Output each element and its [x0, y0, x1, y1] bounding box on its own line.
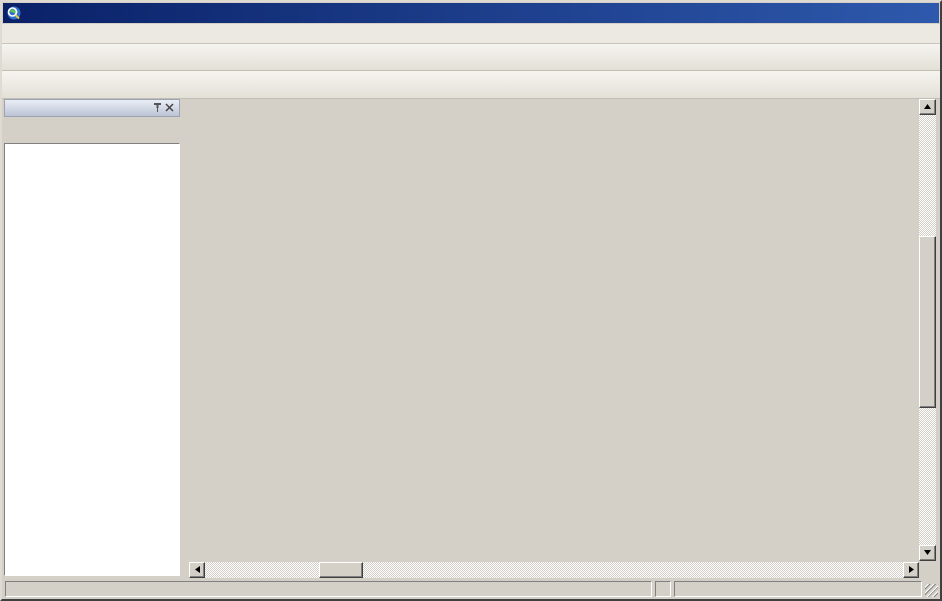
scroll-right-button[interactable]: [903, 562, 919, 578]
scroll-up-button[interactable]: [919, 99, 936, 115]
map-area: [185, 99, 936, 579]
tools-toolbar: [2, 71, 940, 99]
horizontal-scroll-thumb[interactable]: [319, 562, 363, 578]
scrollbar-corner: [919, 562, 936, 578]
scroll-down-button[interactable]: [919, 545, 936, 561]
title-bar: [3, 3, 939, 23]
map-bottom-bar: [185, 561, 936, 579]
toc-tree: [4, 143, 180, 576]
pin-icon[interactable]: [151, 102, 163, 114]
close-icon[interactable]: [163, 102, 175, 114]
standard-toolbar: [2, 44, 940, 71]
status-message-panel: [5, 581, 652, 597]
toc-header: [4, 99, 180, 117]
table-of-contents-panel: [2, 99, 180, 579]
arcmap-app-icon: [6, 5, 22, 21]
scroll-left-button[interactable]: [189, 562, 205, 578]
horizontal-scroll-track[interactable]: [205, 562, 903, 578]
coordinate-readout: [674, 581, 922, 597]
arcmap-window: [0, 0, 942, 601]
menu-bar: [2, 24, 940, 44]
status-small-panel: [655, 581, 671, 597]
status-bar: [2, 579, 940, 599]
vertical-scroll-thumb[interactable]: [919, 236, 936, 408]
vertical-scroll-track[interactable]: [919, 115, 936, 545]
vertical-scrollbar[interactable]: [919, 99, 936, 561]
toc-toolbar: [4, 117, 180, 143]
resize-grip[interactable]: [925, 584, 938, 597]
map-canvas[interactable]: [185, 99, 919, 561]
